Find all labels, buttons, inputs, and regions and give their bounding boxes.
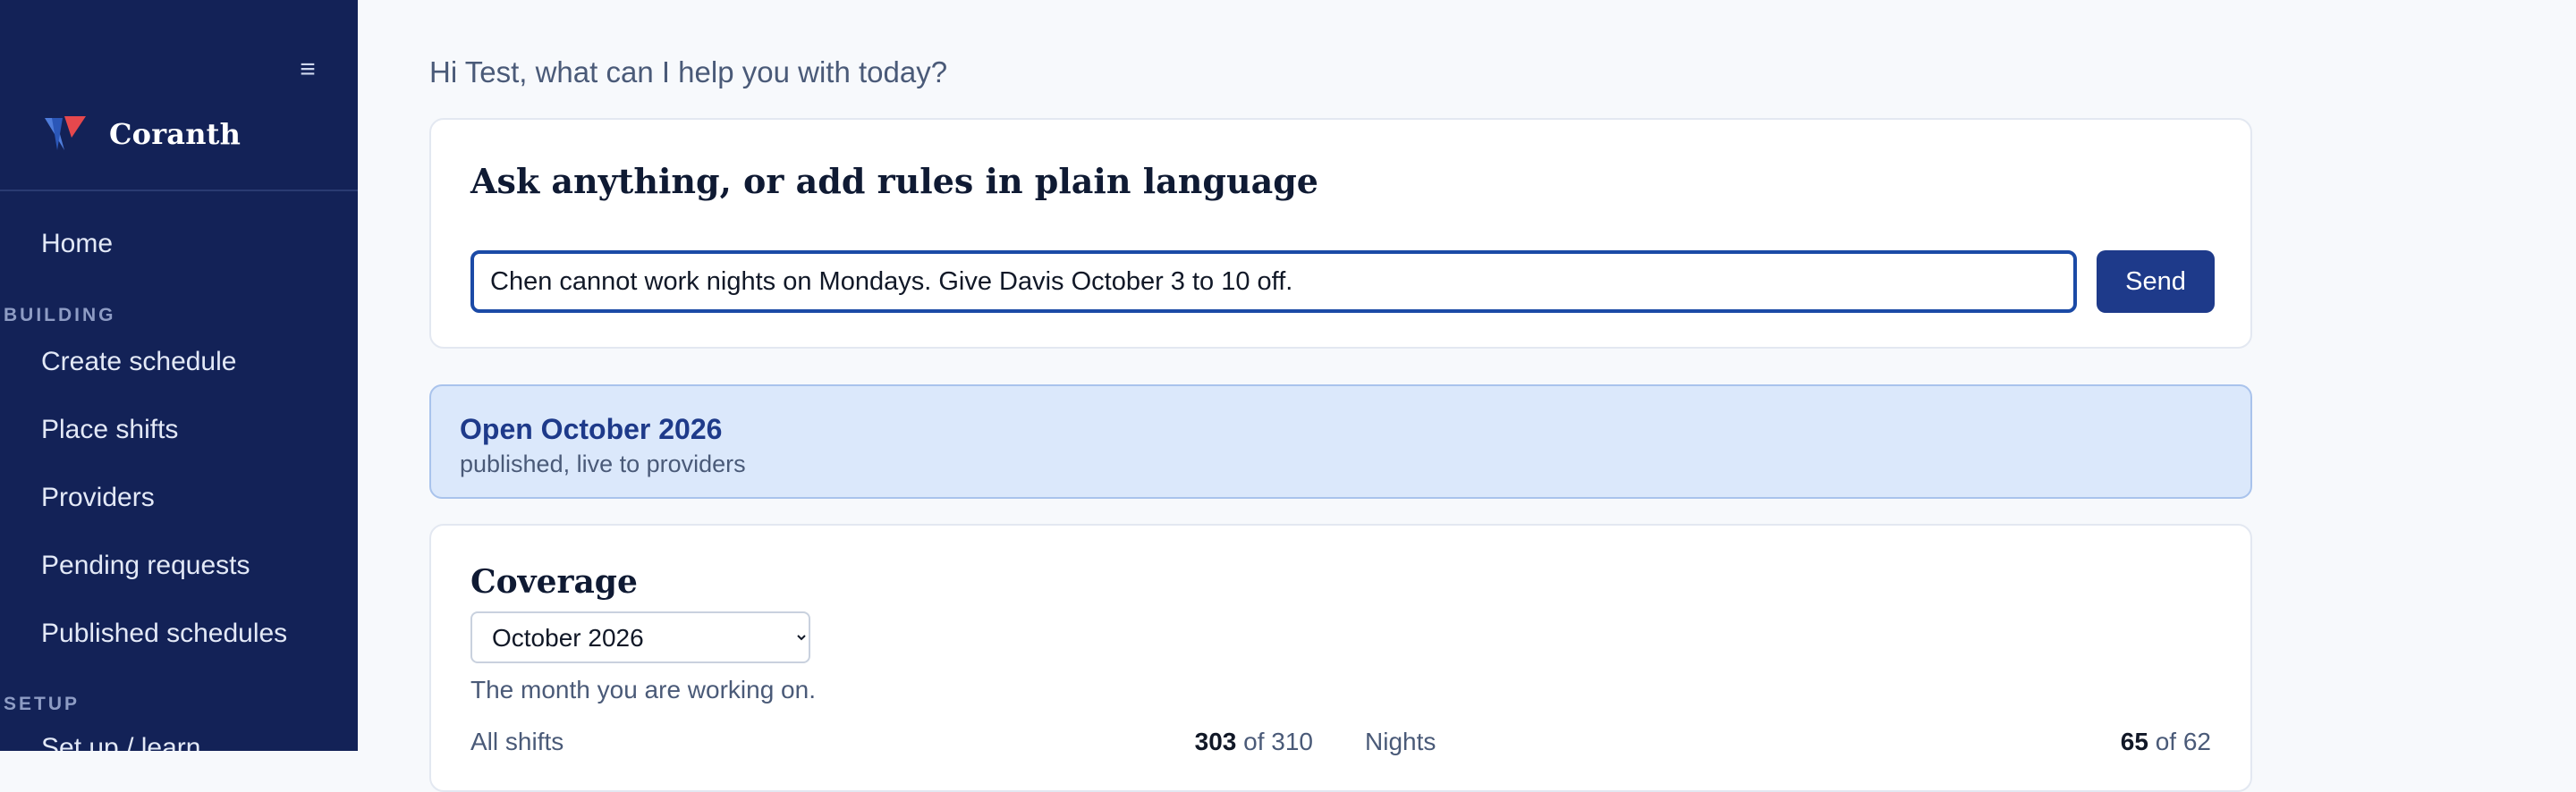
sidebar-item-setup-learn[interactable]: Set up / learn bbox=[41, 733, 200, 751]
hamburger-menu-icon[interactable]: ≡ bbox=[292, 54, 324, 86]
month-help-text: The month you are working on. bbox=[470, 676, 816, 704]
month-select[interactable]: October 2026 bbox=[470, 611, 810, 663]
stat-label-nights: Nights bbox=[1365, 728, 1436, 755]
sidebar-divider bbox=[0, 190, 358, 191]
coverage-title: Coverage bbox=[470, 563, 638, 601]
stat-value-all-shifts: 303 of 310 bbox=[1195, 728, 1313, 756]
sidebar: ≡ Coranth Home BUILDING Create schedule … bbox=[0, 0, 358, 751]
ask-card: Ask anything, or add rules in plain lang… bbox=[429, 118, 2252, 349]
schedule-status-banner: Open October 2026 published, live to pro… bbox=[429, 384, 2252, 499]
stat-total-all-shifts: of 310 bbox=[1243, 728, 1313, 755]
sidebar-item-place-shifts[interactable]: Place shifts bbox=[41, 415, 178, 445]
ask-input[interactable] bbox=[470, 250, 2077, 313]
sidebar-item-pending-requests[interactable]: Pending requests bbox=[41, 551, 250, 581]
sidebar-item-home[interactable]: Home bbox=[41, 229, 113, 259]
coverage-card: Coverage October 2026 The month you are … bbox=[429, 524, 2252, 792]
sidebar-section-setup: SETUP bbox=[4, 694, 80, 714]
stat-count-all-shifts: 303 bbox=[1194, 728, 1237, 755]
sidebar-item-create-schedule[interactable]: Create schedule bbox=[41, 347, 236, 377]
sidebar-item-published-schedules[interactable]: Published schedules bbox=[41, 619, 287, 649]
coranth-logo-icon bbox=[45, 116, 86, 150]
status-subtitle: published, live to providers bbox=[460, 451, 746, 477]
main-content: Hi Test, what can I help you with today?… bbox=[358, 0, 2576, 792]
brand-name: Coranth bbox=[109, 117, 242, 151]
brand[interactable]: Coranth bbox=[43, 113, 241, 156]
send-button[interactable]: Send bbox=[2097, 250, 2215, 313]
sidebar-section-building: BUILDING bbox=[4, 305, 116, 325]
ask-card-title: Ask anything, or add rules in plain lang… bbox=[470, 161, 1318, 201]
stat-label-all-shifts: All shifts bbox=[470, 728, 564, 755]
stat-count-nights: 65 bbox=[2120, 728, 2148, 755]
stat-value-nights: 65 of 62 bbox=[2121, 728, 2211, 756]
greeting: Hi Test, what can I help you with today? bbox=[429, 55, 948, 88]
sidebar-item-providers[interactable]: Providers bbox=[41, 483, 155, 513]
status-title: Open October 2026 bbox=[460, 413, 723, 445]
stat-total-nights: of 62 bbox=[2155, 728, 2211, 755]
